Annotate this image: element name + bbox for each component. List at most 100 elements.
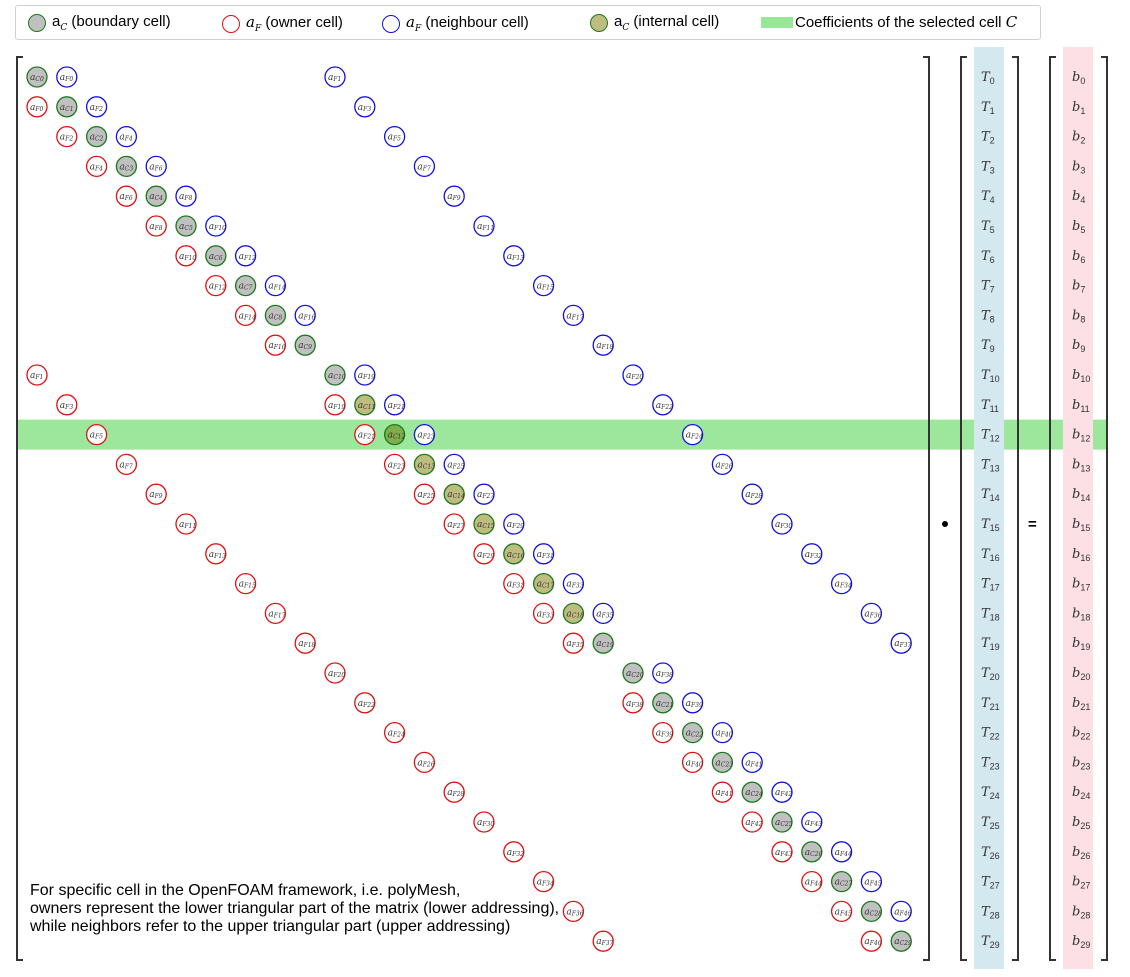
neighbour-coefficient: aF11 <box>473 215 495 237</box>
owner-coefficient: aF46 <box>860 930 883 952</box>
boundary-diagonal-coefficient: aC23 <box>711 751 733 774</box>
internal-diagonal-coefficient: aC16 <box>503 543 525 565</box>
neighbour-coefficient: aF35 <box>592 602 614 625</box>
owner-coefficient: aF6 <box>115 185 138 207</box>
neighbour-coefficient: aF37 <box>890 632 912 654</box>
boundary-diagonal-coefficient: aC22 <box>681 721 703 744</box>
neighbour-coefficient: aF27 <box>473 483 495 505</box>
owner-coefficient: aF35 <box>562 632 585 654</box>
neighbour-coefficient: aF22 <box>652 394 674 416</box>
owner-coefficient: aF2 <box>56 125 78 148</box>
neighbour-coefficient: aF3 <box>354 96 376 118</box>
equals-operator: = <box>1028 516 1037 533</box>
owner-coefficient: aF41 <box>711 781 734 803</box>
boundary-diagonal-coefficient: aC3 <box>115 155 138 178</box>
owner-coefficient: aF11 <box>175 513 197 535</box>
owner-coefficient: aF28 <box>443 781 465 803</box>
boundary-diagonal-coefficient: aC8 <box>264 304 287 327</box>
owner-coefficient: aF17 <box>264 602 287 625</box>
selected-diagonal-coefficient: aC12 <box>383 423 405 446</box>
neighbour-coefficient: aF1 <box>324 66 346 88</box>
owner-coefficient: aF15 <box>234 572 257 595</box>
neighbour-coefficient: aF45 <box>860 870 883 893</box>
neighbour-coefficient: aF23 <box>413 423 436 446</box>
neighbour-coefficient: aF33 <box>562 572 585 595</box>
boundary-diagonal-coefficient: aC5 <box>175 215 197 237</box>
boundary-diagonal-coefficient: aC20 <box>622 662 644 684</box>
owner-coefficient: aF7 <box>115 453 138 476</box>
internal-diagonal-coefficient: aC11 <box>354 394 376 416</box>
owner-coefficient: aF12 <box>205 274 227 297</box>
neighbour-coefficient: aF21 <box>383 394 406 416</box>
neighbour-coefficient: aF39 <box>681 692 704 714</box>
neighbour-coefficient: aF7 <box>413 155 436 178</box>
owner-coefficient: aF4 <box>85 155 108 178</box>
owner-coefficient: aF40 <box>681 751 704 774</box>
neighbour-coefficient: aF20 <box>622 364 644 386</box>
owner-coefficient: aF44 <box>801 870 823 893</box>
owner-coefficient: aF25 <box>413 483 436 505</box>
neighbour-coefficient: aF38 <box>652 662 674 684</box>
internal-diagonal-coefficient: aC18 <box>562 602 584 625</box>
neighbour-coefficient: aF44 <box>830 841 853 863</box>
owner-coefficient: aF43 <box>771 841 793 863</box>
owner-coefficient: aF20 <box>324 662 346 684</box>
owner-coefficient: aF30 <box>473 811 495 833</box>
neighbour-coefficient: aF30 <box>771 513 793 535</box>
owner-coefficient: aF27 <box>443 513 465 535</box>
neighbour-coefficient: aF9 <box>443 185 465 207</box>
boundary-diagonal-coefficient: aC4 <box>145 185 167 207</box>
neighbour-coefficient: aF42 <box>771 781 793 803</box>
neighbour-coefficient: aF40 <box>711 721 734 744</box>
boundary-diagonal-coefficient: aC25 <box>771 811 793 833</box>
boundary-diagonal-coefficient: aC26 <box>801 841 823 863</box>
boundary-diagonal-coefficient: aC9 <box>294 334 316 356</box>
neighbour-coefficient: aF25 <box>443 453 465 476</box>
owner-coefficient: aF33 <box>532 602 555 625</box>
owner-coefficient: aF22 <box>354 692 376 714</box>
neighbour-coefficient: aF12 <box>234 245 257 267</box>
owner-coefficient: aF29 <box>473 543 495 565</box>
neighbour-coefficient: aF41 <box>741 751 763 774</box>
neighbour-coefficient: aF31 <box>532 543 555 565</box>
owner-coefficient: aF31 <box>503 572 525 595</box>
neighbour-coefficient: aF36 <box>860 602 883 625</box>
owner-coefficient: aF5 <box>85 423 108 446</box>
neighbour-coefficient: aF26 <box>711 453 734 476</box>
neighbour-coefficient: aF46 <box>890 900 912 923</box>
neighbour-coefficient: aF16 <box>294 304 316 327</box>
owner-coefficient: aF32 <box>503 841 525 863</box>
internal-diagonal-coefficient: aC15 <box>473 513 495 535</box>
neighbour-coefficient: aF32 <box>801 543 823 565</box>
owner-coefficient: aF10 <box>175 245 197 267</box>
owner-coefficient: aF18 <box>294 632 316 654</box>
neighbour-coefficient: aF5 <box>383 125 406 148</box>
T-right-bracket <box>1012 56 1019 961</box>
boundary-diagonal-coefficient: aC2 <box>85 125 108 148</box>
owner-coefficient: aF38 <box>622 692 644 714</box>
owner-coefficient: aF42 <box>741 811 763 833</box>
boundary-diagonal-coefficient: aC21 <box>652 692 674 714</box>
owner-coefficient: aF39 <box>652 721 674 744</box>
boundary-diagonal-coefficient: aC10 <box>324 364 346 386</box>
owner-coefficient: aF3 <box>56 394 78 416</box>
boundary-diagonal-coefficient: aC1 <box>56 96 78 118</box>
boundary-diagonal-coefficient: aC29 <box>890 930 912 952</box>
neighbour-coefficient: aF6 <box>145 155 167 178</box>
matrix-equation: aC0 aF0 aF1 aF0 aC1 aF2 aF3 aF2 aC2 aF4 aF5 aF4 aC3 a… <box>16 47 1108 969</box>
owner-coefficient: aF21 <box>354 423 376 446</box>
boundary-diagonal-coefficient: aC24 <box>741 781 763 803</box>
neighbour-coefficient: aF34 <box>830 572 853 595</box>
owner-coefficient: aF8 <box>145 215 167 237</box>
neighbour-coefficient: aF15 <box>532 274 555 297</box>
internal-diagonal-coefficient: aC13 <box>413 453 435 476</box>
internal-diagonal-coefficient: aC14 <box>443 483 465 505</box>
owner-coefficient: aF19 <box>324 394 346 416</box>
neighbour-coefficient: aF2 <box>85 96 108 118</box>
internal-diagonal-coefficient: aC17 <box>532 572 554 595</box>
neighbour-coefficient: aF13 <box>503 245 525 267</box>
T-left-bracket <box>960 56 967 961</box>
owner-coefficient: aF0 <box>26 96 48 118</box>
neighbour-coefficient: aF24 <box>681 423 704 446</box>
neighbour-coefficient: aF18 <box>592 334 614 356</box>
